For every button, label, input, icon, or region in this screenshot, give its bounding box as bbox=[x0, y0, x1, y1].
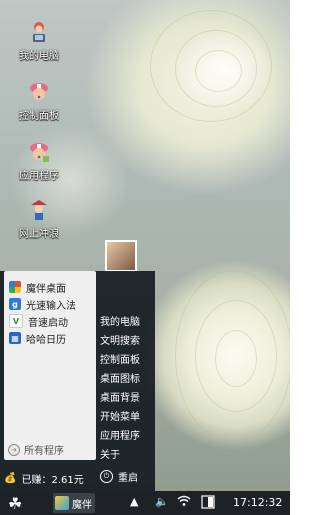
menu-item-search[interactable]: 文明搜索 bbox=[100, 332, 140, 347]
power-icon: ⏻ bbox=[100, 470, 113, 483]
taskbar-app-label: 魔伴 bbox=[72, 499, 92, 511]
menu-item-start-menu[interactable]: 开始菜单 bbox=[100, 408, 140, 423]
app-item-label: 魔伴桌面 bbox=[26, 283, 66, 295]
chopper-apps-icon bbox=[27, 140, 51, 164]
battery-icon[interactable] bbox=[200, 494, 216, 513]
restart-label: 重启 bbox=[118, 473, 138, 484]
menu-item-about[interactable]: 关于 bbox=[100, 446, 120, 461]
g-input-icon: g bbox=[9, 298, 21, 310]
speaker-icon[interactable]: 🔈 bbox=[155, 495, 169, 508]
app-item-mobanzhuomian[interactable]: 魔伴桌面 bbox=[9, 279, 66, 295]
clock[interactable]: 17:12:32 bbox=[233, 496, 282, 509]
start-menu-app-list: 魔伴桌面 g 光速输入法 V 音速启动 ▦ 哈哈日历 ➔ 所有程序 bbox=[4, 271, 96, 460]
desktop-icon-control-panel[interactable]: 控制面板 bbox=[4, 80, 74, 122]
menu-item-applications[interactable]: 应用程序 bbox=[100, 427, 140, 442]
desktop-icon-label: 控制面板 bbox=[19, 111, 59, 122]
clover-icon[interactable]: ☘ bbox=[8, 494, 22, 513]
desktop-icon-label: 应用程序 bbox=[19, 171, 59, 182]
app-item-haha-calendar[interactable]: ▦ 哈哈日历 bbox=[9, 330, 66, 346]
desktop-icon-label: 我的电脑 bbox=[19, 51, 59, 62]
v-launcher-icon: V bbox=[9, 314, 23, 328]
desktop-icon-my-computer[interactable]: 我的电脑 bbox=[4, 20, 74, 62]
pirate-computer-icon bbox=[27, 20, 51, 44]
restart-button[interactable]: ⏻ 重启 bbox=[100, 469, 138, 484]
desktop-icon-applications[interactable]: 应用程序 bbox=[4, 140, 74, 182]
app-item-label: 哈哈日历 bbox=[26, 334, 66, 346]
earnings-label: 已赚：2.61元 bbox=[21, 475, 84, 486]
all-programs-label: 所有程序 bbox=[24, 446, 64, 457]
user-avatar[interactable] bbox=[105, 240, 137, 272]
app-item-label: 音速启动 bbox=[28, 317, 68, 329]
app-item-guangsu-input[interactable]: g 光速输入法 bbox=[9, 296, 76, 312]
taskbar: ☘ 魔伴 ▲ 🔈 17:12:32 bbox=[0, 491, 290, 515]
money-bag-icon: 💰 bbox=[4, 473, 17, 484]
tray-expand-arrow-icon[interactable]: ▲ bbox=[130, 495, 138, 508]
app-item-yinsu-launcher[interactable]: V 音速启动 bbox=[9, 313, 68, 329]
desktop-icon-label: 网上冲浪 bbox=[19, 229, 59, 240]
menu-item-my-computer[interactable]: 我的电脑 bbox=[100, 313, 140, 328]
earnings-display: 💰 已赚：2.61元 bbox=[4, 471, 84, 486]
moban-app-icon bbox=[55, 496, 69, 510]
arrow-right-icon: ➔ bbox=[8, 443, 20, 456]
chopper-hat-icon bbox=[27, 80, 51, 104]
all-programs-button[interactable]: ➔ 所有程序 bbox=[8, 442, 64, 457]
pinwheel-icon bbox=[9, 281, 21, 293]
menu-item-desktop-icons[interactable]: 桌面图标 bbox=[100, 370, 140, 385]
desktop-icon-web-surf[interactable]: 网上冲浪 bbox=[4, 198, 74, 240]
menu-item-control-panel[interactable]: 控制面板 bbox=[100, 351, 140, 366]
taskbar-app-moban[interactable]: 魔伴 bbox=[53, 493, 95, 513]
calendar-icon: ▦ bbox=[9, 332, 21, 344]
start-menu: 魔伴桌面 g 光速输入法 V 音速启动 ▦ 哈哈日历 ➔ 所有程序 我的电脑 文… bbox=[0, 271, 155, 491]
app-item-label: 光速输入法 bbox=[26, 300, 76, 312]
pirate-surf-icon bbox=[27, 198, 51, 222]
wifi-icon[interactable] bbox=[177, 495, 191, 510]
menu-item-desktop-background[interactable]: 桌面背景 bbox=[100, 389, 140, 404]
